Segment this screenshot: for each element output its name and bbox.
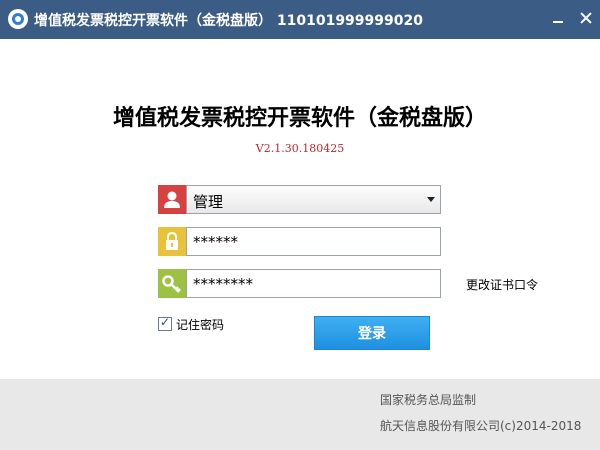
user-select-value: 管理	[193, 193, 224, 211]
footer: 国家税务总局监制 航天信息股份有限公司(c)2014-2018	[0, 379, 600, 450]
login-button[interactable]: 登录	[314, 316, 430, 350]
remember-checkbox[interactable]: ✓	[158, 315, 172, 331]
key-icon	[158, 269, 186, 298]
window-title: 增值税发票税控开票软件（金税盘版） 110101999999020	[34, 13, 423, 29]
lock-icon	[158, 227, 186, 256]
user-select[interactable]: 管理	[186, 185, 441, 214]
password-row: ******	[158, 227, 441, 256]
user-row: 管理	[158, 185, 441, 214]
copyright-text: 航天信息股份有限公司(c)2014-2018	[380, 419, 582, 433]
cert-password-value: ********	[193, 275, 253, 293]
change-cert-password-link[interactable]: 更改证书口令	[466, 276, 538, 293]
checkmark-icon: ✓	[160, 315, 171, 329]
minimize-icon[interactable]	[548, 8, 568, 28]
supervision-text: 国家税务总局监制	[380, 393, 477, 407]
password-field[interactable]: ******	[186, 227, 441, 256]
login-window: 增值税发票税控开票软件（金税盘版） 110101999999020 增值税发票税…	[0, 0, 600, 450]
app-logo-icon	[8, 9, 28, 29]
close-icon[interactable]	[576, 8, 596, 28]
title-bar: 增值税发票税控开票软件（金税盘版） 110101999999020	[0, 0, 600, 39]
version-label: V2.1.30.180425	[255, 142, 345, 155]
chevron-down-icon[interactable]	[427, 197, 435, 202]
cert-password-row: ********	[158, 269, 441, 298]
user-icon	[158, 185, 186, 214]
cert-password-field[interactable]: ********	[186, 269, 441, 298]
remember-label: 记住密码	[176, 318, 225, 332]
password-value: ******	[193, 233, 238, 251]
app-heading: 增值税发票税控开票软件（金税盘版）	[112, 106, 487, 131]
